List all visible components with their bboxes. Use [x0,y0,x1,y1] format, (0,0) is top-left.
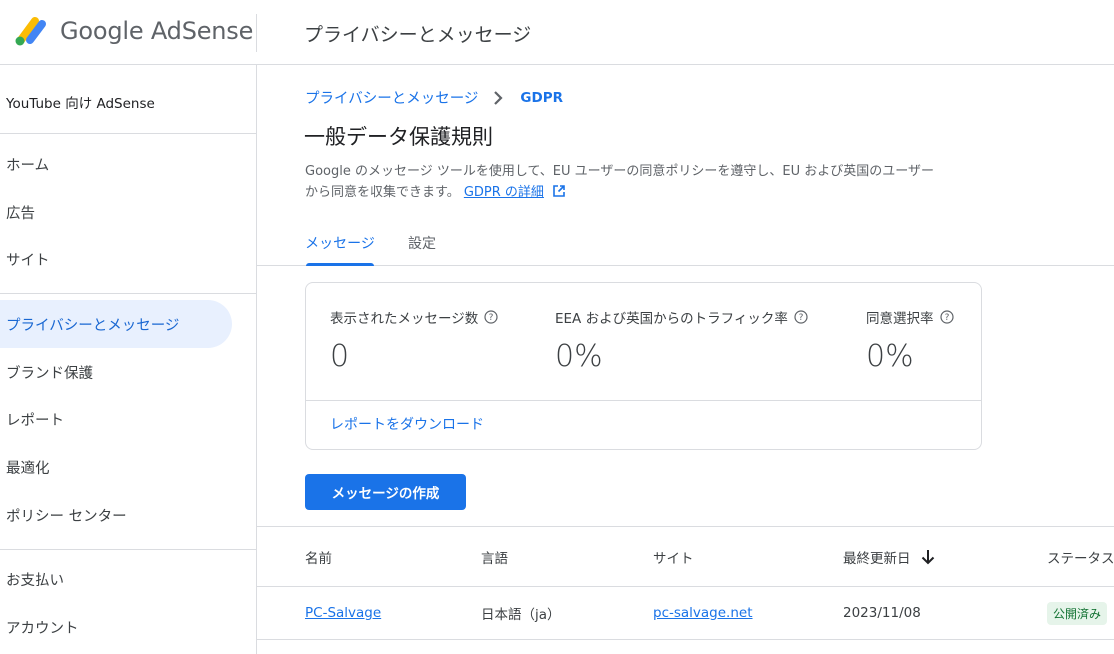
sidebar-divider [0,293,256,294]
stat-label: 表示されたメッセージ数 [330,311,479,327]
sidebar-nav: YouTube 向け AdSense ホーム 広告 サイト プライバシーとメッセ… [0,65,257,654]
card-divider [306,400,981,401]
help-icon[interactable]: ? [484,310,498,324]
gdpr-learn-more-link[interactable]: GDPR の詳細 [464,185,544,200]
column-header-last-updated[interactable]: 最終更新日 [843,527,937,586]
page-description: Google のメッセージ ツールを使用して、EU ユーザーの同意ポリシーを遵守… [305,161,945,203]
header-divider [256,14,257,52]
stat-traffic-rate: EEA および英国からのトラフィック率 ? 0% [555,307,808,374]
description-text: Google のメッセージ ツールを使用して、EU ユーザーの同意ポリシーを遵守… [305,164,935,200]
sidebar-item-payments[interactable]: お支払い [0,555,232,603]
stat-label: 同意選択率 [866,311,934,327]
sidebar-item-sites[interactable]: サイト [0,235,232,283]
status-badge: 公開済み [1047,601,1108,625]
stat-messages-shown: 表示されたメッセージ数 ? 0 [330,307,498,374]
sidebar-divider [0,549,256,550]
create-message-button[interactable]: メッセージの作成 [305,474,466,510]
table-row[interactable]: PC-Salvage 日本語（ja） pc-salvage.net 2023/1… [257,587,1114,640]
sidebar-item-brand-safety[interactable]: ブランド保護 [0,348,232,396]
download-report-link[interactable]: レポートをダウンロード [330,414,484,434]
stat-label: EEA および英国からのトラフィック率 [555,311,788,327]
stat-value: 0% [555,339,603,374]
sidebar-item-reports[interactable]: レポート [0,395,232,443]
brand-name[interactable]: Google AdSense [60,17,253,45]
column-header-site[interactable]: サイト [653,527,694,586]
breadcrumb-privacy-messaging[interactable]: プライバシーとメッセージ [305,87,478,108]
account-name: YouTube 向け AdSense [6,96,155,112]
last-updated-date: 2023/11/08 [843,605,921,621]
sidebar-item-home[interactable]: ホーム [0,140,232,188]
sidebar-item-optimization[interactable]: 最適化 [0,443,232,491]
arrow-down-icon[interactable] [919,548,937,566]
sidebar-item-ads[interactable]: 広告 [0,188,232,236]
column-header-status[interactable]: ステータス [1047,527,1114,586]
sidebar-divider [0,133,256,134]
help-icon[interactable]: ? [794,310,808,324]
adsense-logo-icon[interactable] [14,16,48,48]
svg-text:?: ? [798,313,803,323]
sidebar-item-policy-center[interactable]: ポリシー センター [0,491,232,539]
svg-text:?: ? [489,313,494,323]
breadcrumb: プライバシーとメッセージ GDPR [305,87,563,108]
site-link[interactable]: pc-salvage.net [653,605,753,621]
page-title: 一般データ保護規則 [304,125,493,149]
table-header: 名前 言語 サイト 最終更新日 ステータス [257,526,1114,587]
stat-value: 0 [330,339,350,374]
column-header-label: 最終更新日 [843,550,911,567]
stat-consent-rate: 同意選択率 ? 0% [866,307,954,374]
tab-settings[interactable]: 設定 [405,220,439,265]
chevron-right-icon [494,90,503,105]
svg-text:?: ? [944,313,949,323]
header-title: プライバシーとメッセージ [304,24,532,46]
stats-card: 表示されたメッセージ数 ? 0 EEA および英国からのトラフィック率 ? 0%… [305,282,982,450]
sidebar-item-account[interactable]: アカウント [0,603,232,651]
column-header-name[interactable]: 名前 [305,527,332,586]
open-in-new-icon[interactable] [552,184,566,198]
messages-table: 名前 言語 サイト 最終更新日 ステータス PC-Salvage 日本語（ja）… [257,526,1114,640]
message-name-link[interactable]: PC-Salvage [305,605,381,621]
top-app-bar: Google AdSense プライバシーとメッセージ [0,0,1114,65]
message-language: 日本語（ja） [481,607,561,623]
sidebar-item-privacy-messaging[interactable]: プライバシーとメッセージ [0,300,232,348]
breadcrumb-current: GDPR [520,89,563,106]
stat-value: 0% [866,339,914,374]
main-content: プライバシーとメッセージ GDPR 一般データ保護規則 Google のメッセー… [257,65,1114,654]
column-header-language[interactable]: 言語 [481,527,508,586]
tab-messages[interactable]: メッセージ [305,220,375,266]
help-icon[interactable]: ? [939,310,954,324]
tab-bar: メッセージ 設定 [257,220,1114,266]
